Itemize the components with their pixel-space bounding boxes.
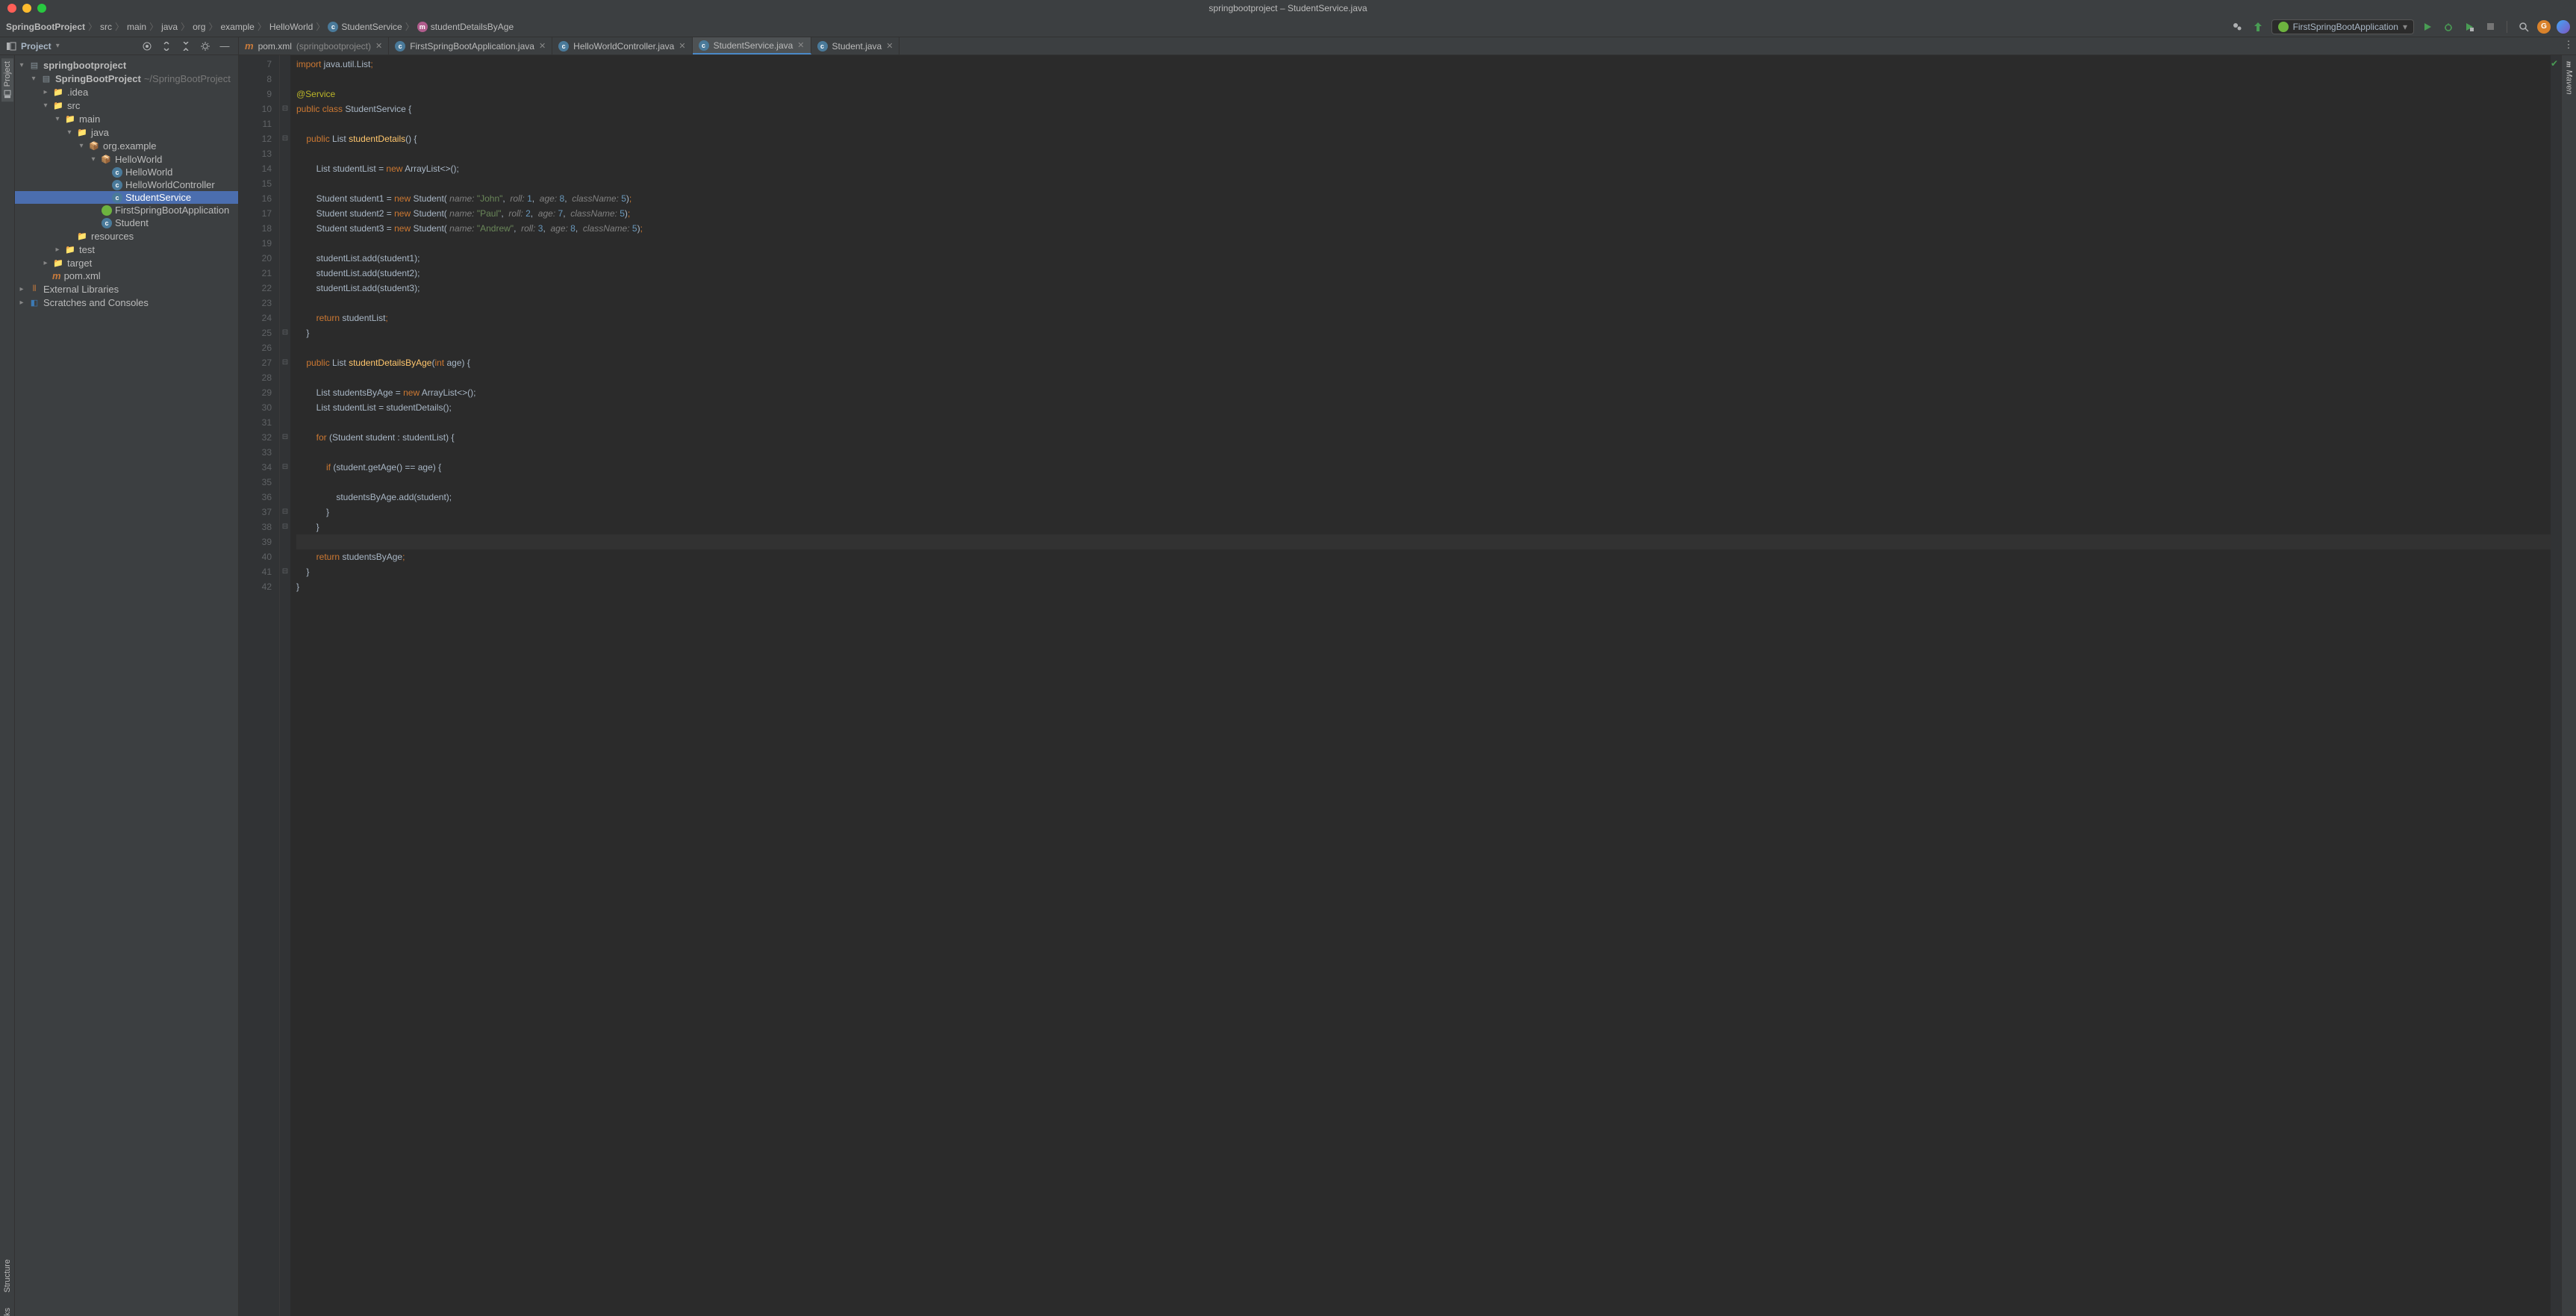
- window-zoom-icon[interactable]: [37, 4, 46, 13]
- ide-settings-icon[interactable]: [2557, 20, 2570, 34]
- java-class-icon: c: [699, 40, 709, 51]
- close-icon[interactable]: ✕: [886, 41, 893, 51]
- main-area: Project Structure ks ▾▤springbootproject…: [0, 55, 2576, 1316]
- window-title: springbootproject – StudentService.java: [1209, 3, 1367, 13]
- select-opened-file-icon[interactable]: [140, 39, 155, 54]
- tab-pom[interactable]: m pom.xml (springbootproject) ✕: [239, 37, 389, 54]
- collapse-all-icon[interactable]: [178, 39, 193, 54]
- editor[interactable]: 7891011121314151617181920212223242526272…: [239, 55, 2561, 1316]
- window-close-icon[interactable]: [7, 4, 16, 13]
- java-class-icon: c: [395, 41, 405, 52]
- project-tool-button[interactable]: Project: [1, 58, 13, 102]
- right-tool-stripe: m Maven: [2561, 55, 2576, 1316]
- spring-icon: [102, 205, 112, 216]
- tab-controller[interactable]: c HelloWorldController.java ✕: [552, 37, 692, 54]
- gear-icon[interactable]: [198, 39, 213, 54]
- java-class-icon: c: [817, 41, 828, 52]
- maven-icon: m: [245, 40, 254, 52]
- run-button[interactable]: [2420, 19, 2435, 34]
- editor-tabs: m pom.xml (springbootproject) ✕ c FirstS…: [239, 37, 2576, 54]
- hide-icon[interactable]: —: [217, 39, 232, 54]
- java-class-icon: c: [558, 41, 569, 52]
- run-configuration-select[interactable]: FirstSpringBootApplication ▾: [2271, 19, 2414, 34]
- maven-icon: m: [52, 270, 61, 281]
- chevron-down-icon[interactable]: ▾: [56, 42, 60, 50]
- debug-button[interactable]: [2441, 19, 2456, 34]
- check-icon: ✔: [2551, 58, 2558, 69]
- search-icon[interactable]: [2516, 19, 2531, 34]
- bookmarks-tool-button[interactable]: ks: [3, 1308, 12, 1316]
- build-icon[interactable]: [2251, 19, 2265, 34]
- project-tree[interactable]: ▾▤springbootproject ▾▤SpringBootProject …: [15, 55, 239, 1316]
- toolbar-row: Project ▾ — m pom.xml (springbootproject…: [0, 37, 2576, 55]
- titlebar: springbootproject – StudentService.java: [0, 0, 2576, 16]
- breadcrumb[interactable]: SpringBootProject 〉 src 〉 main 〉 java 〉 …: [6, 20, 514, 33]
- tab-service[interactable]: c StudentService.java ✕: [693, 37, 811, 54]
- navigation-bar: SpringBootProject 〉 src 〉 main 〉 java 〉 …: [0, 16, 2576, 37]
- expand-all-icon[interactable]: [159, 39, 174, 54]
- close-icon[interactable]: ✕: [797, 40, 804, 50]
- structure-tool-button[interactable]: Structure: [3, 1259, 12, 1293]
- code-area[interactable]: import java.util.List; @Servicepublic cl…: [290, 55, 2551, 1316]
- project-view-header[interactable]: Project ▾ —: [0, 37, 239, 54]
- tab-list-icon[interactable]: ⋮: [2561, 37, 2576, 52]
- code-with-me-icon[interactable]: [2230, 19, 2245, 34]
- tab-app[interactable]: c FirstSpringBootApplication.java ✕: [389, 37, 552, 54]
- spring-icon: [2278, 22, 2289, 32]
- editor-inspection-strip[interactable]: ✔: [2551, 55, 2561, 1316]
- tab-student[interactable]: c Student.java ✕: [811, 37, 900, 54]
- gutter[interactable]: 7891011121314151617181920212223242526272…: [239, 55, 280, 1316]
- stop-button[interactable]: [2483, 19, 2498, 34]
- project-tool-icon: [6, 41, 16, 52]
- close-icon[interactable]: ✕: [679, 41, 685, 51]
- left-tool-stripe: Project Structure ks: [0, 55, 15, 1316]
- close-icon[interactable]: ✕: [375, 41, 382, 51]
- window-minimize-icon[interactable]: [22, 4, 31, 13]
- maven-tool-button[interactable]: m Maven: [2563, 58, 2575, 98]
- close-icon[interactable]: ✕: [539, 41, 546, 51]
- avatar[interactable]: G: [2537, 20, 2551, 34]
- tree-node-selected: cStudentService: [15, 191, 238, 204]
- run-with-coverage-icon[interactable]: [2462, 19, 2477, 34]
